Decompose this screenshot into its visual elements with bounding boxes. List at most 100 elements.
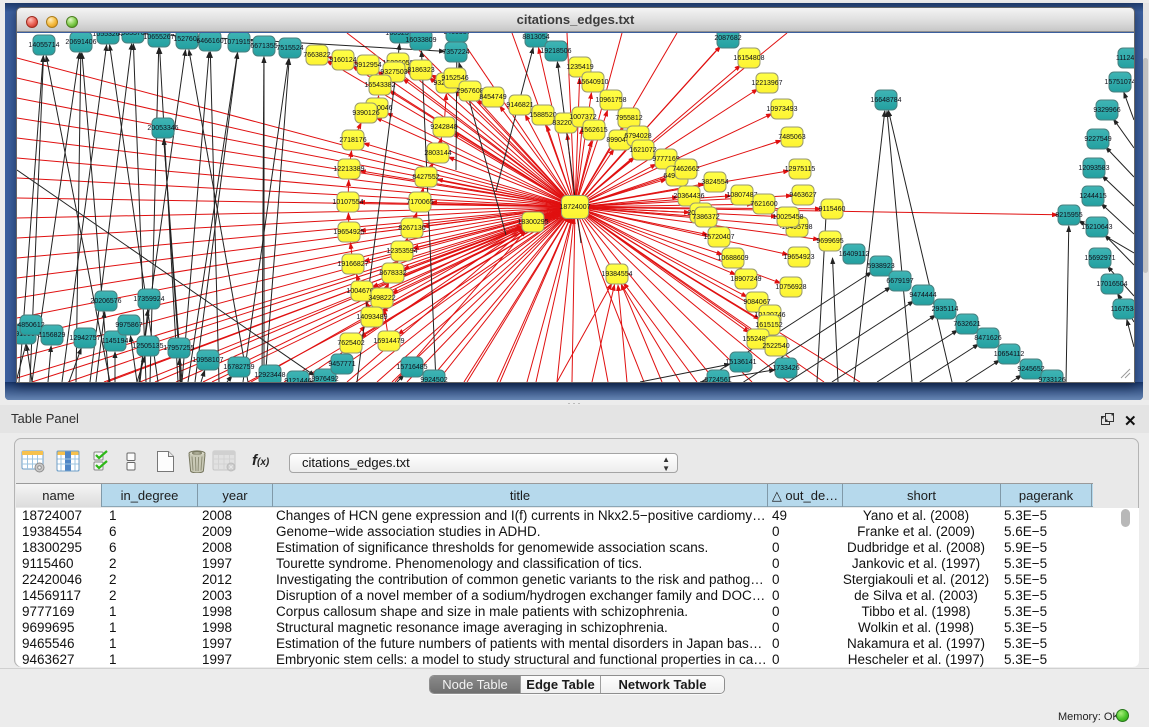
svg-text:1621072: 1621072 [629, 147, 656, 154]
svg-text:16648784: 16648784 [870, 97, 901, 104]
svg-text:15136141: 15136141 [725, 359, 756, 366]
svg-text:18724007: 18724007 [559, 204, 590, 211]
svg-text:12505135: 12505135 [132, 343, 163, 350]
svg-text:10958107: 10958107 [192, 357, 223, 364]
svg-text:10973493: 10973493 [766, 106, 797, 113]
svg-text:1588520: 1588520 [529, 112, 556, 119]
svg-text:19166827: 19166827 [337, 261, 368, 268]
svg-text:15640910: 15640910 [577, 79, 608, 86]
svg-text:8454749: 8454749 [479, 94, 506, 101]
svg-text:1112486: 1112486 [1116, 55, 1134, 62]
svg-text:14055714: 14055714 [28, 42, 59, 49]
svg-text:10654112: 10654112 [994, 351, 1025, 358]
svg-text:4850612: 4850612 [17, 322, 44, 329]
svg-text:1244415: 1244415 [1079, 193, 1106, 200]
svg-text:19654925: 19654925 [333, 229, 364, 236]
svg-text:8471626: 8471626 [974, 335, 1001, 342]
svg-text:9460387: 9460387 [443, 33, 470, 36]
svg-text:8186323: 8186323 [407, 67, 434, 74]
svg-text:12353594: 12353594 [386, 248, 417, 255]
svg-text:18300295: 18300295 [517, 219, 548, 226]
svg-text:17957255: 17957255 [163, 345, 194, 352]
svg-text:8678332: 8678332 [379, 270, 406, 277]
svg-text:6794028: 6794028 [624, 133, 651, 140]
svg-text:15720407: 15720407 [703, 234, 734, 241]
svg-text:16154808: 16154808 [733, 55, 764, 62]
svg-text:7632621: 7632621 [953, 321, 980, 328]
svg-text:16210643: 16210643 [1081, 224, 1112, 231]
svg-text:7621600: 7621600 [750, 201, 777, 208]
svg-text:9924502: 9924502 [420, 377, 447, 382]
svg-text:1615152: 1615152 [755, 322, 782, 329]
svg-text:8267130: 8267130 [398, 225, 425, 232]
svg-text:7515524: 7515524 [276, 45, 303, 52]
svg-text:9146821: 9146821 [506, 102, 533, 109]
svg-text:9329966: 9329966 [1093, 107, 1120, 114]
svg-text:15751074: 15751074 [1104, 79, 1134, 86]
svg-text:3824554: 3824554 [701, 179, 728, 186]
svg-text:7663822: 7663822 [303, 52, 330, 59]
svg-text:1562615: 1562615 [580, 127, 607, 134]
svg-text:14093489: 14093489 [356, 314, 387, 321]
svg-text:20364436: 20364436 [673, 193, 704, 200]
svg-text:15692971: 15692971 [1084, 255, 1115, 262]
svg-text:16914479: 16914479 [373, 338, 404, 345]
svg-text:5938923: 5938923 [867, 263, 894, 270]
svg-text:9242848: 9242848 [430, 124, 457, 131]
svg-text:7357224: 7357224 [442, 49, 469, 56]
svg-text:12975115: 12975115 [785, 166, 816, 173]
svg-text:8912954: 8912954 [354, 62, 381, 69]
svg-text:20053346: 20053346 [147, 125, 178, 132]
svg-text:1733426: 1733426 [772, 365, 799, 372]
svg-text:7386372: 7386372 [692, 214, 719, 221]
svg-text:8976492: 8976492 [311, 376, 338, 382]
svg-text:10688609: 10688609 [717, 255, 748, 262]
svg-text:7462662: 7462662 [672, 166, 699, 173]
svg-text:7625402: 7625402 [337, 340, 364, 347]
svg-text:2718176: 2718176 [339, 137, 366, 144]
svg-text:18907249: 18907249 [730, 276, 761, 283]
svg-text:19218506: 19218506 [540, 48, 571, 55]
svg-text:10655267: 10655267 [143, 34, 174, 41]
svg-text:9975867: 9975867 [115, 322, 142, 329]
svg-text:1145194: 1145194 [102, 338, 129, 345]
svg-text:3498222: 3498222 [368, 295, 395, 302]
svg-text:12213389: 12213389 [333, 166, 364, 173]
svg-text:12942757: 12942757 [69, 335, 100, 342]
svg-text:2935114: 2935114 [932, 306, 959, 313]
svg-text:19384554: 19384554 [601, 271, 632, 278]
svg-text:9227549: 9227549 [1084, 136, 1111, 143]
svg-text:12923448: 12923448 [254, 372, 285, 379]
svg-text:8813054: 8813054 [522, 34, 549, 41]
svg-text:16543382: 16543382 [364, 82, 395, 89]
svg-text:9245652: 9245652 [1017, 366, 1044, 373]
svg-text:12213967: 12213967 [751, 80, 782, 87]
svg-text:10961758: 10961758 [595, 97, 626, 104]
svg-text:8724561: 8724561 [704, 377, 731, 382]
svg-text:9474444: 9474444 [909, 292, 936, 299]
svg-text:16409112: 16409112 [839, 251, 870, 258]
svg-text:9463627: 9463627 [789, 192, 816, 199]
svg-text:9121446: 9121446 [284, 378, 311, 382]
svg-text:9699695: 9699695 [816, 238, 843, 245]
svg-text:10025458: 10025458 [772, 214, 803, 221]
svg-text:15716485: 15716485 [396, 364, 427, 371]
svg-text:1167534: 1167534 [1111, 306, 1134, 313]
svg-text:2803144: 2803144 [424, 150, 451, 157]
svg-text:6679197: 6679197 [886, 278, 913, 285]
svg-text:17016504: 17016504 [1096, 281, 1127, 288]
svg-text:6671355: 6671355 [250, 43, 277, 50]
svg-text:8215955: 8215955 [1055, 212, 1082, 219]
svg-text:16782759: 16782759 [223, 364, 254, 371]
svg-text:7170065: 7170065 [406, 199, 433, 206]
svg-text:19654923: 19654923 [783, 254, 814, 261]
svg-text:16033809: 16033809 [405, 37, 436, 44]
svg-text:7485063: 7485063 [778, 134, 805, 141]
svg-text:9733126: 9733126 [1038, 377, 1065, 382]
svg-text:20206576: 20206576 [90, 298, 121, 305]
svg-text:2522540: 2522540 [762, 343, 789, 350]
svg-text:17359924: 17359924 [133, 296, 164, 303]
svg-text:9390126: 9390126 [352, 110, 379, 117]
svg-text:8160124: 8160124 [329, 57, 356, 64]
svg-text:10107554: 10107554 [332, 199, 363, 206]
